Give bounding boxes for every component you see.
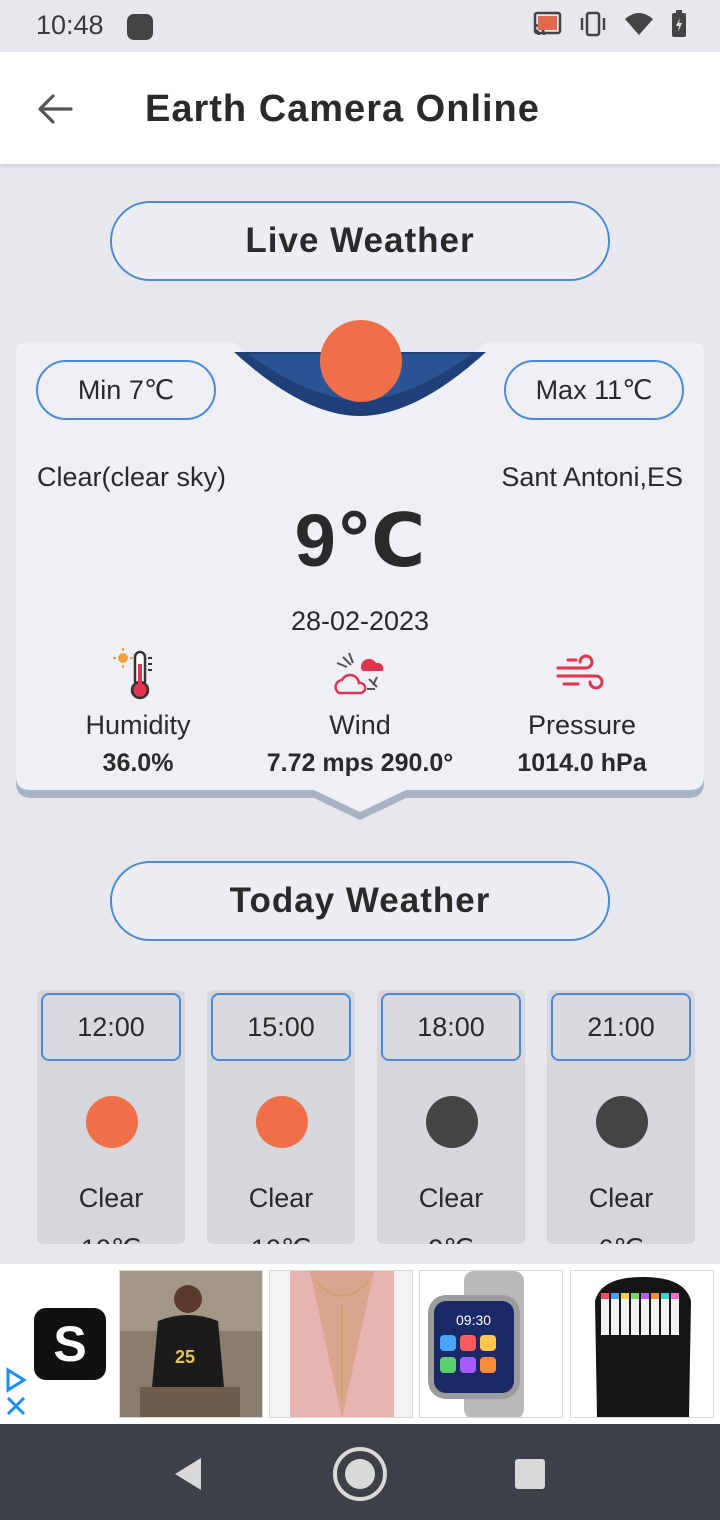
notification-icon [127, 14, 153, 40]
ad-product-image[interactable] [570, 1270, 714, 1418]
humidity-label: Humidity [85, 710, 191, 740]
live-weather-button[interactable]: Live Weather [110, 201, 610, 281]
ad-photo-smartwatch: 09:30 [420, 1271, 562, 1417]
moon-icon [426, 1096, 478, 1148]
cast-icon [533, 11, 562, 36]
svg-text:09:30: 09:30 [456, 1312, 491, 1328]
pressure-stat: Pressure 1014.0 hPa [467, 648, 697, 778]
sun-icon [86, 1096, 138, 1148]
hourly-card[interactable]: 18:00 Clear 9℃ [377, 990, 525, 1244]
sun-icon [320, 320, 402, 402]
nav-recents-button[interactable] [500, 1444, 560, 1504]
pressure-value: 1014.0 hPa [517, 749, 647, 777]
location-text: Sant Antoni,ES [501, 462, 683, 492]
hour-temperature: 10℃ [207, 1234, 355, 1244]
hour-time: 18:00 [381, 993, 521, 1061]
back-arrow-icon [38, 94, 73, 124]
nav-back-button[interactable] [158, 1444, 218, 1504]
hour-condition: Clear [248, 1183, 314, 1213]
date-text: 28-02-2023 [290, 606, 430, 636]
moon-icon [596, 1096, 648, 1148]
home-circle-icon [333, 1447, 387, 1501]
ad-photo-necklace [270, 1271, 412, 1417]
hour-temperature: 10℃ [37, 1234, 185, 1244]
ad-banner[interactable]: S 25 09:30 [0, 1264, 720, 1424]
navigation-bar [0, 1424, 720, 1520]
min-temp-badge: Min 7℃ [36, 360, 216, 420]
status-icons [532, 10, 688, 38]
wind-label: Wind [329, 710, 391, 740]
ad-photo-fashion: 25 [120, 1271, 262, 1417]
hour-condition: Clear [78, 1183, 144, 1213]
hour-condition: Clear [418, 1183, 484, 1213]
hourly-card[interactable]: 12:00 Clear 10℃ [37, 990, 185, 1244]
status-bar: 10:48 [0, 0, 720, 52]
ad-app-logo[interactable]: S [34, 1308, 106, 1380]
hour-time: 15:00 [211, 993, 351, 1061]
triangle-back-icon [175, 1458, 201, 1490]
battery-icon [672, 10, 686, 37]
wind-stat: Wind 7.72 mps 290.0° [245, 648, 475, 778]
ad-product-image[interactable]: 09:30 [419, 1270, 563, 1418]
max-temp-badge: Max 11℃ [504, 360, 684, 420]
hour-time: 21:00 [551, 993, 691, 1061]
ad-photo-markers [571, 1271, 713, 1417]
ad-product-image[interactable]: 25 [119, 1270, 263, 1418]
app-bar: Earth Camera Online [0, 52, 720, 164]
hour-condition: Clear [588, 1183, 654, 1213]
hourly-card[interactable]: 15:00 Clear 10℃ [207, 990, 355, 1244]
vibrate-icon [580, 11, 606, 37]
today-weather-button[interactable]: Today Weather [110, 861, 610, 941]
status-time: 10:48 [36, 10, 104, 40]
nav-home-button[interactable] [330, 1444, 390, 1504]
thermometer-sun-icon [113, 648, 152, 700]
wind-cloud-icon [334, 652, 384, 695]
hourly-card[interactable]: 21:00 Clear 6℃ [547, 990, 695, 1244]
ad-choices-icon[interactable] [4, 1366, 28, 1423]
pressure-label: Pressure [527, 710, 637, 740]
svg-text:25: 25 [175, 1347, 195, 1367]
hour-time: 12:00 [41, 993, 181, 1061]
humidity-value: 36.0% [102, 749, 174, 777]
ad-product-image[interactable] [269, 1270, 413, 1418]
hour-temperature: 9℃ [377, 1234, 525, 1244]
back-button[interactable] [28, 82, 82, 136]
humidity-stat: Humidity 36.0% [23, 648, 253, 778]
wifi-icon [625, 13, 653, 35]
wind-gust-icon [556, 654, 604, 690]
square-recents-icon [515, 1459, 545, 1489]
sun-icon [256, 1096, 308, 1148]
hour-temperature: 6℃ [547, 1234, 695, 1244]
wind-value: 7.72 mps 290.0° [266, 749, 454, 777]
condition-text: Clear(clear sky) [37, 462, 227, 492]
current-weather-card: Min 7℃ Max 11℃ Clear(clear sky) Sant Ant… [16, 320, 704, 830]
page-title: Earth Camera Online [145, 88, 540, 130]
current-temperature: 9℃ [294, 499, 426, 582]
